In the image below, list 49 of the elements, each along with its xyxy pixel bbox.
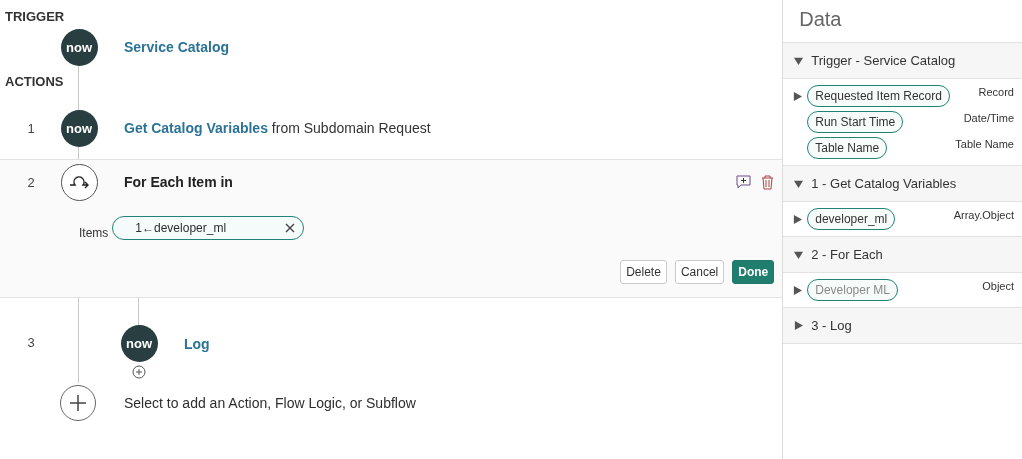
add-icon[interactable]: [132, 365, 146, 379]
add-step-hint: Select to add an Action, Flow Logic, or Subflow: [123, 395, 417, 411]
add-step-button[interactable]: [60, 385, 96, 421]
trash-icon[interactable]: [761, 174, 775, 190]
section-header[interactable]: Trigger - Service Catalog: [783, 43, 1022, 79]
data-type: Record: [978, 86, 1014, 98]
section-title: Trigger - Service Catalog: [811, 53, 956, 68]
plus-icon: [69, 394, 87, 412]
section-header[interactable]: 1 - Get Catalog Variables: [783, 166, 1022, 202]
action-button[interactable]: Cancel: [674, 260, 725, 284]
section-header[interactable]: 3 - Log: [783, 308, 1022, 344]
data-pill[interactable]: Run Start Time: [807, 111, 904, 133]
section-label: TRIGGER: [4, 8, 66, 26]
step-number: 3: [26, 335, 36, 352]
logo-badge: now: [60, 109, 98, 147]
step-number: 1: [26, 120, 36, 136]
logo-badge: now: [120, 325, 158, 362]
items-label: Items: [79, 226, 109, 240]
data-type: Object: [982, 280, 1014, 292]
items-field[interactable]: 1←developer_ml: [112, 216, 305, 240]
logo-badge: now: [60, 28, 98, 66]
step-title-link[interactable]: Log: [184, 336, 210, 352]
done-button[interactable]: Done: [732, 260, 775, 284]
step-number: 2: [26, 174, 36, 190]
expanded-icon[interactable]: [794, 250, 804, 259]
section-title: 2 - For Each: [811, 247, 883, 262]
expand-icon[interactable]: [793, 91, 803, 101]
section-title: 1 - Get Catalog Variables: [811, 176, 957, 191]
add-comment-icon[interactable]: [736, 175, 752, 189]
expanded-icon[interactable]: [794, 56, 804, 65]
data-type: Array.Object: [953, 209, 1014, 221]
section-title: 3 - Log: [811, 318, 852, 333]
expanded-icon[interactable]: [794, 179, 804, 188]
data-type: Table Name: [955, 138, 1014, 150]
data-pill[interactable]: Table Name: [807, 137, 888, 159]
expand-icon[interactable]: [793, 285, 803, 295]
step-title: Get Catalog Variables from Subdomain Request: [123, 120, 432, 136]
data-pill[interactable]: developer_ml: [807, 208, 896, 230]
action-button[interactable]: Delete: [620, 260, 667, 284]
loop-icon: [60, 163, 98, 201]
data-pill[interactable]: Requested Item Record: [807, 85, 950, 107]
close-icon[interactable]: [285, 223, 296, 233]
expand-icon[interactable]: [793, 214, 803, 224]
data-type: Date/Time: [963, 112, 1014, 124]
step-title: For Each Item in: [124, 174, 233, 190]
section-header[interactable]: 2 - For Each: [783, 237, 1022, 273]
data-pill[interactable]: Developer ML: [807, 279, 898, 301]
trigger-title-link[interactable]: Service Catalog: [124, 39, 230, 55]
collapsed-icon[interactable]: [794, 321, 804, 330]
